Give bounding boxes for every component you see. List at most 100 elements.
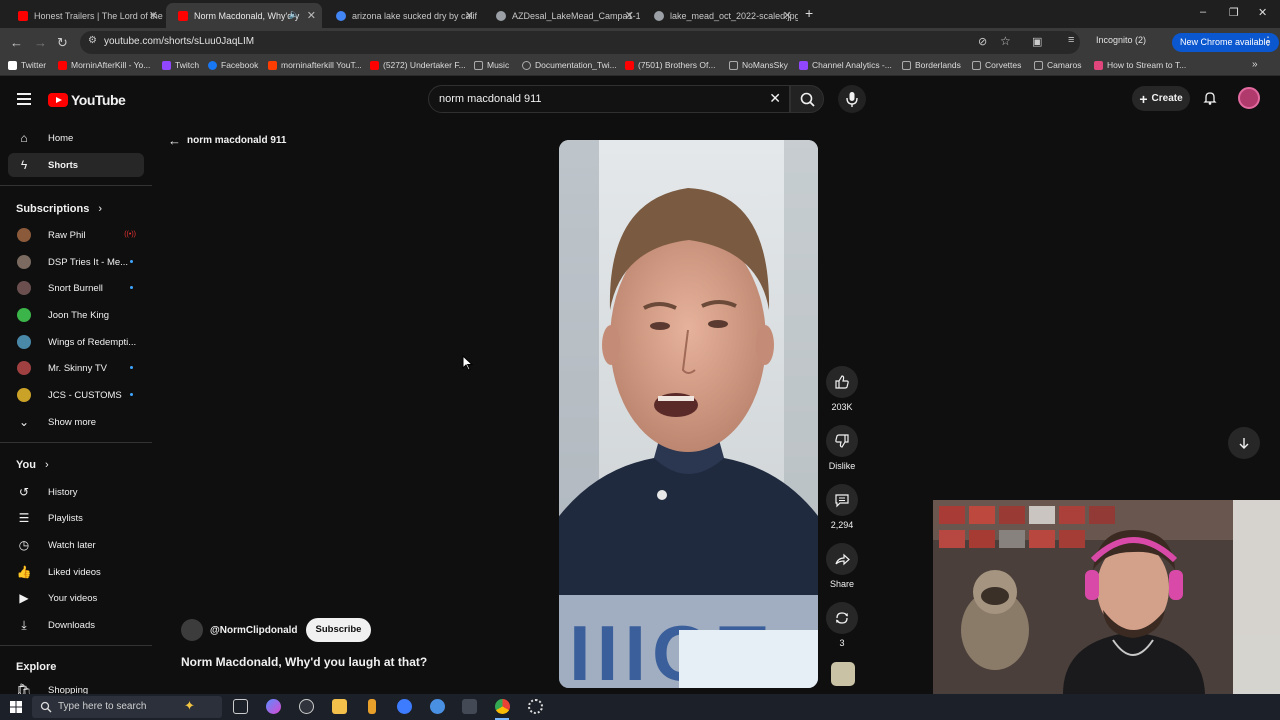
close-tab-icon[interactable]: ✕ <box>465 9 474 22</box>
sidebar-item-playlists[interactable]: ☰ Playlists <box>8 506 144 530</box>
url-text[interactable]: youtube.com/shorts/sLuu0JaqLIM <box>104 36 254 47</box>
subscribe-button[interactable]: Subscribe <box>305 618 372 642</box>
media-control-icon[interactable]: ≡ <box>1068 34 1074 46</box>
app-icon[interactable] <box>368 699 376 714</box>
short-video-player[interactable]: IIIOT <box>559 140 818 688</box>
search-button[interactable] <box>790 85 824 113</box>
windows-start-icon[interactable] <box>10 701 22 713</box>
browser-tab[interactable]: AZDesal_LakeMead_Campa1-1 ✕ <box>484 3 640 28</box>
channel-name[interactable]: @NormClipdonald <box>210 625 298 636</box>
bookmark-item[interactable]: NoMansSky <box>729 60 788 70</box>
sidebar-item-shopping[interactable]: 🛍 Shopping <box>8 678 144 694</box>
task-view-icon[interactable] <box>233 699 248 714</box>
reload-icon[interactable]: ↻ <box>57 35 68 51</box>
bookmark-item[interactable]: Borderlands <box>902 60 961 70</box>
close-tab-icon[interactable]: ✕ <box>149 9 158 22</box>
back-to-search[interactable]: ← norm macdonald 911 <box>168 133 286 148</box>
subscription-item[interactable]: Snort Burnell <box>8 276 144 300</box>
you-heading[interactable]: You › <box>16 459 49 471</box>
app-icon[interactable] <box>462 699 477 714</box>
settings-gear-icon[interactable] <box>528 699 543 714</box>
next-short-button[interactable] <box>1228 427 1260 459</box>
bookmark-item[interactable]: MorninAfterKill - Yo... <box>58 60 150 70</box>
sound-avatar-icon[interactable] <box>831 662 855 686</box>
sidebar-item-history[interactable]: ↺ History <box>8 480 144 504</box>
restore-icon[interactable]: ❐ <box>1229 6 1239 19</box>
close-tab-icon[interactable]: ✕ <box>307 9 316 22</box>
app-icon[interactable] <box>430 699 445 714</box>
show-more-button[interactable]: ⌄ Show more <box>8 410 144 434</box>
subscription-item[interactable]: JCS - CUSTOMS <box>8 383 144 407</box>
avatar[interactable] <box>1238 87 1260 109</box>
clear-search-icon[interactable]: ✕ <box>769 90 781 107</box>
subscription-item[interactable]: Wings of Redempti... <box>8 330 144 354</box>
voice-search-button[interactable] <box>838 85 866 113</box>
subscription-item[interactable]: Joon The King <box>8 303 144 327</box>
chrome-menu-icon[interactable]: ⋮ <box>1262 34 1274 48</box>
incognito-indicator[interactable]: Incognito (2) <box>1096 35 1146 45</box>
sidebar-item-your-videos[interactable]: ▶ Your videos <box>8 586 144 610</box>
short-title[interactable]: Norm Macdonald, Why'd you laugh at that? <box>181 655 427 669</box>
bookmark-item[interactable]: Music <box>474 60 509 70</box>
address-bar[interactable]: ⚙ youtube.com/shorts/sLuu0JaqLIM ⊘ ☆ <box>80 31 1080 54</box>
copilot-icon[interactable] <box>266 699 281 714</box>
subscription-item[interactable]: DSP Tries It - Me... <box>8 250 144 274</box>
window-close-icon[interactable]: ✕ <box>1258 6 1267 19</box>
bookmark-item[interactable]: Corvettes <box>972 60 1021 70</box>
browser-tab[interactable]: Honest Trailers | The Lord of the ✕ <box>6 3 164 28</box>
search-query[interactable]: norm macdonald 911 <box>439 93 542 105</box>
notifications-icon[interactable] <box>1202 90 1218 111</box>
bookmark-item[interactable]: (5272) Undertaker F... <box>370 60 466 70</box>
forward-icon[interactable]: → <box>34 35 47 50</box>
share-button[interactable]: Share <box>826 543 858 589</box>
bookmark-item[interactable]: Camaros <box>1034 60 1081 70</box>
sidebar-item-shorts[interactable]: ϟ Shorts <box>8 153 144 177</box>
browser-tab[interactable]: arizona lake sucked dry by calif ✕ <box>324 3 480 28</box>
more-bookmarks-icon[interactable]: » <box>1252 59 1258 70</box>
menu-icon[interactable] <box>17 93 31 108</box>
browser-tab[interactable]: lake_mead_oct_2022-scaled.jpg ✕ <box>642 3 798 28</box>
minimize-icon[interactable]: – <box>1200 6 1206 18</box>
bookmark-item[interactable]: (7501) Brothers Of... <box>625 60 715 70</box>
speaker-icon[interactable]: 🔈 <box>289 9 300 20</box>
globe-favicon-icon <box>496 10 506 21</box>
bookmark-item[interactable]: How to Stream to T... <box>1094 60 1186 70</box>
dislike-button[interactable]: Dislike <box>826 425 858 471</box>
file-explorer-icon[interactable] <box>332 699 347 714</box>
close-tab-icon[interactable]: ✕ <box>783 9 792 22</box>
like-button[interactable]: 203K <box>826 366 858 412</box>
channel-avatar[interactable] <box>181 619 203 641</box>
remix-button[interactable]: 3 <box>826 602 858 648</box>
sidebar-item-watch-later[interactable]: ◷ Watch later <box>8 533 144 557</box>
bookmark-star-icon[interactable]: ☆ <box>1000 34 1011 48</box>
subscription-item[interactable]: Mr. Skinny TV <box>8 356 144 380</box>
youtube-logo[interactable]: YouTube <box>48 92 126 108</box>
app-icon[interactable] <box>397 699 412 714</box>
tab-search-icon[interactable]: ▣ <box>1032 35 1042 48</box>
bookmark-item[interactable]: Facebook <box>208 60 258 70</box>
chrome-icon[interactable] <box>495 699 510 714</box>
comments-button[interactable]: 2,294 <box>826 484 858 530</box>
browser-tab-active[interactable]: Norm Macdonald, Why'd y 🔈 ✕ <box>166 3 322 28</box>
subscriptions-heading[interactable]: Subscriptions › <box>16 203 102 215</box>
subscription-item[interactable]: Raw Phil ((•)) <box>8 223 144 247</box>
bookmark-item[interactable]: Channel Analytics -... <box>799 60 892 70</box>
taskbar-search-input[interactable]: Type here to search ✦ <box>32 696 222 718</box>
sidebar-item-liked-videos[interactable]: 👍 Liked videos <box>8 560 144 584</box>
back-icon[interactable]: ← <box>10 35 23 50</box>
sidebar-item-home[interactable]: ⌂ Home <box>8 126 144 150</box>
liked-videos-icon: 👍 <box>16 565 32 579</box>
youtube-favicon-icon <box>18 10 28 21</box>
bookmark-item[interactable]: Twitch <box>162 60 199 70</box>
site-info-icon[interactable]: ⚙ <box>88 35 97 46</box>
bookmark-item[interactable]: morninafterkill YouT... <box>268 60 362 70</box>
create-button[interactable]: + Create <box>1132 86 1190 111</box>
close-tab-icon[interactable]: ✕ <box>625 9 634 22</box>
search-input[interactable]: norm macdonald 911 ✕ <box>428 85 790 113</box>
bookmark-item[interactable]: Documentation_Twi... <box>522 60 617 70</box>
obs-icon[interactable] <box>299 699 314 714</box>
sidebar-item-downloads[interactable]: ⤓ Downloads <box>8 613 144 637</box>
new-tab-icon[interactable]: + <box>805 5 813 21</box>
eye-off-icon[interactable]: ⊘ <box>978 35 987 48</box>
bookmark-item[interactable]: Twitter <box>8 60 46 70</box>
